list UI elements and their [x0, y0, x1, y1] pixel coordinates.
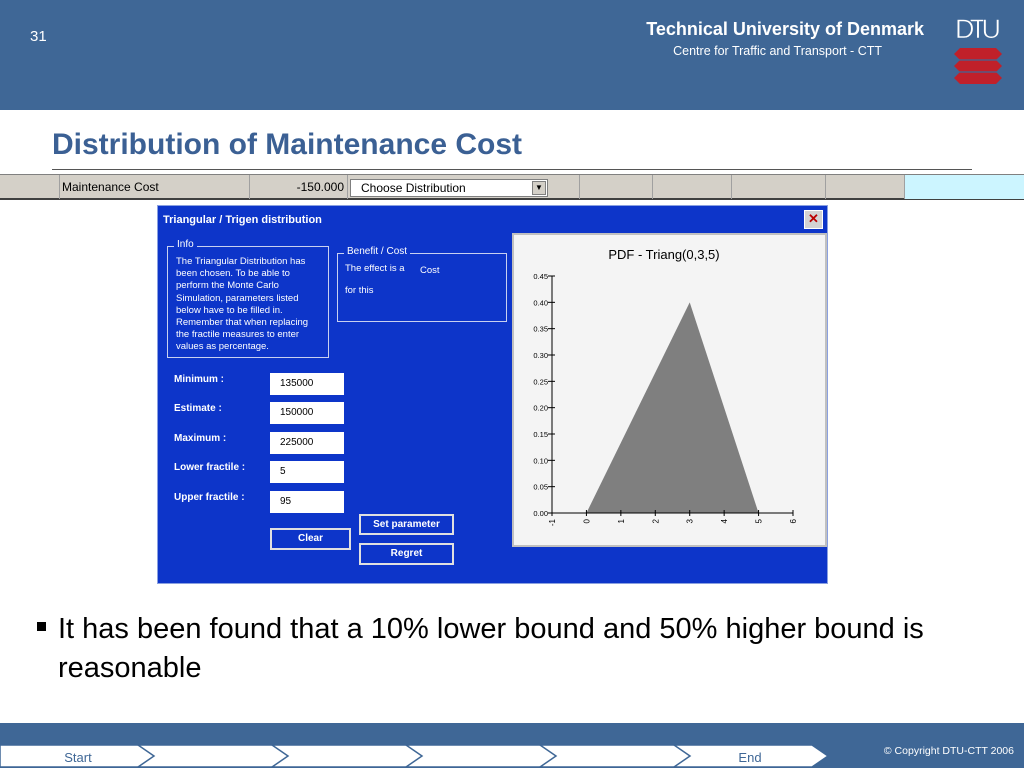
maintenance-cost-label: Maintenance Cost: [62, 180, 159, 194]
minimum-label: Minimum :: [174, 374, 224, 385]
x-tick-label: 4: [720, 518, 729, 523]
benefit-cost-legend: Benefit / Cost: [344, 246, 411, 257]
y-tick-label: 0.10: [533, 456, 548, 465]
triangular-distribution-dialog: Triangular / Trigen distribution ✕ Info …: [157, 205, 828, 584]
copyright-text: © Copyright DTU-CTT 2006: [883, 745, 1014, 757]
clear-button[interactable]: Clear: [270, 528, 351, 550]
nav-segment: [135, 744, 292, 768]
estimate-label: Estimate :: [174, 403, 222, 414]
spreadsheet-row: Maintenance Cost -150.000 Choose Distrib…: [0, 174, 1024, 200]
y-tick-label: 0.20: [533, 404, 548, 413]
navigation-strip: Start End: [0, 744, 830, 768]
info-line: perform the Monte Carlo: [176, 280, 279, 292]
x-tick-label: 1: [617, 518, 626, 523]
sheet-cell: [580, 175, 653, 199]
info-line: values as percentage.: [176, 341, 269, 353]
sheet-cell-highlight: [905, 175, 1024, 199]
x-tick-label: -1: [548, 518, 557, 526]
info-line: the fractile measures to enter: [176, 329, 300, 341]
title-divider: [52, 169, 972, 170]
upper-fractile-label: Upper fractile :: [174, 492, 245, 503]
bullet-marker: [37, 622, 46, 631]
x-tick-label: 5: [755, 518, 764, 523]
lower-fractile-input[interactable]: 5: [270, 461, 344, 483]
slide-title: Distribution of Maintenance Cost: [52, 128, 523, 161]
info-line: Remember that when replacing: [176, 317, 309, 329]
info-text: The Triangular Distribution has been cho…: [176, 256, 326, 354]
benefit-cost-line2: for this: [345, 285, 374, 296]
bullet-text: It has been found that a 10% lower bound…: [58, 613, 924, 684]
benefit-cost-value: Cost: [420, 265, 440, 276]
x-tick-label: 3: [686, 518, 695, 523]
upper-fractile-input[interactable]: 95: [270, 491, 344, 513]
nav-start-label[interactable]: Start: [64, 750, 92, 765]
chart-title: PDF - Triang(0,3,5): [608, 247, 719, 262]
y-tick-label: 0.35: [533, 325, 548, 334]
regret-button[interactable]: Regret: [359, 543, 454, 565]
chevron-down-icon[interactable]: ▼: [532, 181, 546, 195]
distribution-dropdown-value: Choose Distribution: [361, 181, 466, 195]
sheet-cell: [826, 175, 905, 199]
pdf-chart-panel: PDF - Triang(0,3,5) 0.00 0.05 0.10 0.15 0.20 0…: [512, 233, 827, 547]
benefit-cost-line1: The effect is a: [345, 263, 405, 274]
university-name: Technical University of Denmark: [646, 19, 924, 39]
y-tick-label: 0.05: [533, 483, 548, 492]
close-icon[interactable]: ✕: [804, 210, 823, 229]
minimum-input[interactable]: 135000: [270, 373, 344, 395]
pdf-area: [586, 302, 759, 513]
set-parameter-button[interactable]: Set parameter: [359, 514, 454, 535]
dialog-title: Triangular / Trigen distribution: [163, 214, 322, 226]
maximum-input[interactable]: 225000: [270, 432, 344, 454]
estimate-input[interactable]: 150000: [270, 402, 344, 424]
info-frame: Info The Triangular Distribution has bee…: [167, 239, 329, 358]
sheet-cell: [550, 175, 580, 199]
logo-text: DTU: [955, 14, 1001, 44]
y-tick-label: 0.00: [533, 509, 548, 518]
nav-segment: [269, 744, 426, 768]
centre-name: Centre for Traffic and Transport - CTT: [673, 44, 882, 58]
info-line: The Triangular Distribution has: [176, 256, 306, 267]
maintenance-cost-value: -150.000: [296, 180, 344, 194]
info-line: been chosen. To be able to: [176, 268, 290, 280]
distribution-dropdown[interactable]: Choose Distribution ▼: [350, 179, 548, 197]
y-tick-label: 0.45: [533, 272, 548, 281]
benefit-cost-frame: Benefit / Cost The effect is a Cost for …: [337, 246, 507, 322]
y-tick-label: 0.15: [533, 430, 548, 439]
nav-end-label[interactable]: End: [738, 750, 761, 765]
maximum-label: Maximum :: [174, 433, 227, 444]
sheet-cell: [732, 175, 826, 199]
pdf-chart: PDF - Triang(0,3,5) 0.00 0.05 0.10 0.15 0.20 0…: [533, 247, 798, 526]
nav-segment: [537, 744, 694, 768]
x-tick-label: 6: [789, 518, 798, 523]
info-legend: Info: [174, 239, 197, 250]
x-tick-label: 2: [651, 518, 660, 523]
slide-number: 31: [30, 28, 47, 45]
nav-segment: [403, 744, 560, 768]
lower-fractile-label: Lower fractile :: [174, 462, 246, 473]
x-tick-label: 0: [582, 518, 591, 523]
y-tick-label: 0.40: [533, 298, 548, 307]
info-line: Simulation, parameters listed: [176, 292, 299, 304]
dtu-logo: DTU: [954, 14, 1002, 84]
y-tick-label: 0.30: [533, 351, 548, 360]
info-line: below have to be filled in.: [176, 304, 283, 316]
sheet-cell: [653, 175, 732, 199]
y-tick-label: 0.25: [533, 377, 548, 386]
sheet-cell: [0, 175, 60, 199]
